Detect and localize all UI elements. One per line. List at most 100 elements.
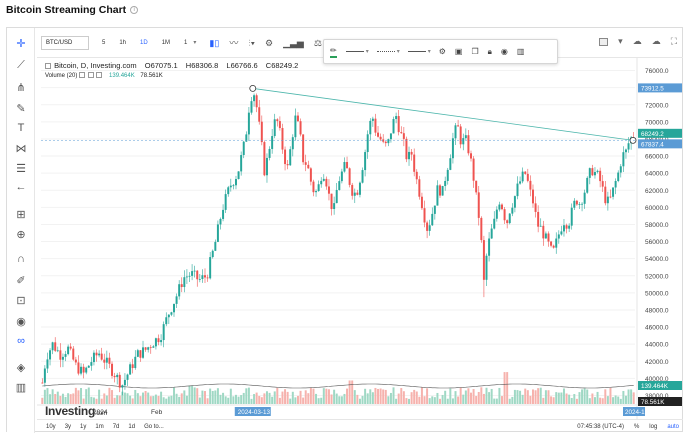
candle-body — [250, 101, 253, 113]
candle-body — [219, 218, 222, 225]
volume-bar — [80, 388, 83, 404]
volume-bar — [593, 397, 596, 404]
candle-body — [291, 137, 294, 150]
volume-settings-icon[interactable] — [87, 72, 94, 79]
trash-icon[interactable]: ▥ — [7, 381, 35, 394]
arrow-back-icon[interactable]: ← — [7, 181, 35, 193]
volume-bar — [134, 389, 137, 404]
range-button[interactable]: 1d — [128, 424, 135, 430]
volume-bar — [113, 397, 116, 404]
line-width-dropdown-icon[interactable]: ▾ — [397, 48, 400, 55]
timeframe-button[interactable]: 1M — [159, 36, 173, 50]
candle-body — [400, 132, 403, 134]
volume-bar — [389, 392, 392, 404]
range-button[interactable]: 1y — [80, 424, 86, 430]
line-style-solid-icon[interactable] — [345, 51, 364, 52]
line-chart-icon[interactable]: 〰 — [229, 36, 238, 50]
settings-gear-icon[interactable]: ⚙ — [265, 36, 273, 50]
trendline-icon[interactable]: ⟋ — [7, 59, 35, 72]
collapse-legend-icon[interactable] — [45, 63, 51, 70]
lock-icon[interactable]: 🔒︎ — [488, 47, 492, 57]
copy-icon[interactable]: ❐ — [471, 47, 478, 56]
layers-icon[interactable]: ◈ — [7, 361, 35, 374]
volume-bar — [392, 387, 395, 404]
line-style-dropdown-icon[interactable]: ▾ — [366, 48, 369, 55]
legend-close: C68249.2 — [265, 61, 299, 70]
lock-drawings-icon[interactable]: ✐ — [7, 274, 35, 287]
timeframe-button[interactable]: 1 — [181, 36, 190, 50]
candle-body — [601, 181, 604, 187]
cloud-save-icon[interactable]: ☁ — [652, 36, 661, 47]
goto-date-button[interactable]: Go to... — [144, 424, 164, 430]
range-button[interactable]: 10y — [46, 424, 56, 430]
symbol-input[interactable]: BTC/USD — [41, 35, 89, 50]
pitchfork-icon[interactable]: ⋔ — [7, 81, 35, 94]
magnet-icon[interactable]: ∩ — [7, 253, 35, 265]
candle-body — [284, 149, 287, 165]
line-end-dropdown-icon[interactable]: ▾ — [428, 48, 431, 55]
candle-body — [255, 95, 258, 108]
fullscreen-icon[interactable]: ⛶ — [671, 36, 677, 47]
template-icon[interactable]: ▣ — [455, 47, 463, 56]
text-icon[interactable]: T — [7, 122, 35, 134]
candle-body — [144, 347, 147, 350]
eye-icon[interactable]: ◉ — [7, 315, 35, 328]
volume-bar — [147, 392, 150, 404]
layout-icon[interactable] — [599, 37, 609, 46]
crosshair-icon[interactable]: ✛ — [7, 37, 35, 50]
volume-bar — [462, 394, 465, 404]
volume-bar — [247, 387, 250, 404]
range-button[interactable]: 3y — [65, 424, 71, 430]
volume-bar — [209, 388, 212, 404]
candle-body — [542, 225, 545, 239]
link-icon[interactable]: ∞ — [7, 335, 35, 347]
timeframe-button[interactable]: 1h — [116, 36, 129, 50]
line-style-dashed-icon[interactable] — [376, 51, 395, 52]
auto-scale-button[interactable]: auto — [667, 424, 679, 430]
unlock-icon[interactable]: ⊡ — [7, 294, 35, 307]
prediction-icon[interactable]: ☰ — [7, 162, 35, 175]
candle-body — [320, 180, 323, 185]
range-button[interactable]: 7d — [113, 424, 120, 430]
volume-bar — [439, 398, 442, 404]
chart-pane[interactable]: Bitcoin, D, Investing.com O67075.1 H6830… — [37, 58, 683, 420]
volume-bar — [222, 392, 225, 404]
timeframe-dropdown-icon[interactable]: ▾ — [190, 36, 199, 50]
volume-visibility-icon[interactable] — [79, 72, 86, 79]
price-chart-svg[interactable]: 38000.040000.042000.044000.046000.048000… — [37, 58, 683, 420]
candle-body — [557, 234, 560, 239]
line-style-arrow-icon[interactable] — [407, 51, 426, 52]
log-scale-button[interactable]: log — [649, 424, 657, 430]
indicators-icon[interactable]: ▁▃▅ — [283, 36, 304, 50]
volume-bar — [377, 388, 380, 404]
candle-body — [436, 185, 439, 206]
layout-dropdown-icon[interactable]: ▾ — [618, 36, 623, 47]
pencil-icon[interactable]: ✏ — [330, 46, 337, 58]
clock-timezone[interactable]: 07:45:38 (UTC-4) — [577, 424, 624, 430]
candle-body — [304, 162, 307, 165]
info-icon[interactable]: i — [130, 6, 139, 14]
timeframe-button[interactable]: 5 — [99, 36, 108, 50]
brush-icon[interactable]: ✎ — [7, 102, 35, 115]
delete-icon[interactable]: ▥ — [517, 47, 525, 56]
range-button[interactable]: 1m — [95, 424, 103, 430]
percent-scale-button[interactable]: % — [634, 424, 639, 430]
settings-icon[interactable]: ⚙ — [439, 47, 446, 56]
visibility-icon[interactable]: ◉ — [501, 47, 508, 56]
compare-icon[interactable]: ⚖ — [314, 36, 322, 50]
volume-bar — [198, 397, 201, 404]
volume-remove-icon[interactable] — [96, 72, 103, 79]
cloud-load-icon[interactable]: ☁ — [633, 36, 642, 47]
bar-type-icon[interactable]: ⫶▾ — [248, 36, 255, 50]
candles-icon[interactable]: ▮▯ — [209, 36, 219, 50]
zoom-in-icon[interactable]: ⊕ — [7, 228, 35, 241]
volume-bar — [588, 398, 591, 404]
candle-body — [364, 152, 367, 171]
candle-body — [415, 171, 418, 180]
pattern-icon[interactable]: ⋈ — [7, 142, 35, 155]
timeframe-button[interactable]: 1D — [137, 36, 151, 50]
price-axis-marker-label: 78.561K — [641, 399, 665, 406]
candle-body — [315, 191, 318, 193]
volume-bar — [449, 388, 452, 404]
measure-icon[interactable]: ⊞ — [7, 208, 35, 221]
